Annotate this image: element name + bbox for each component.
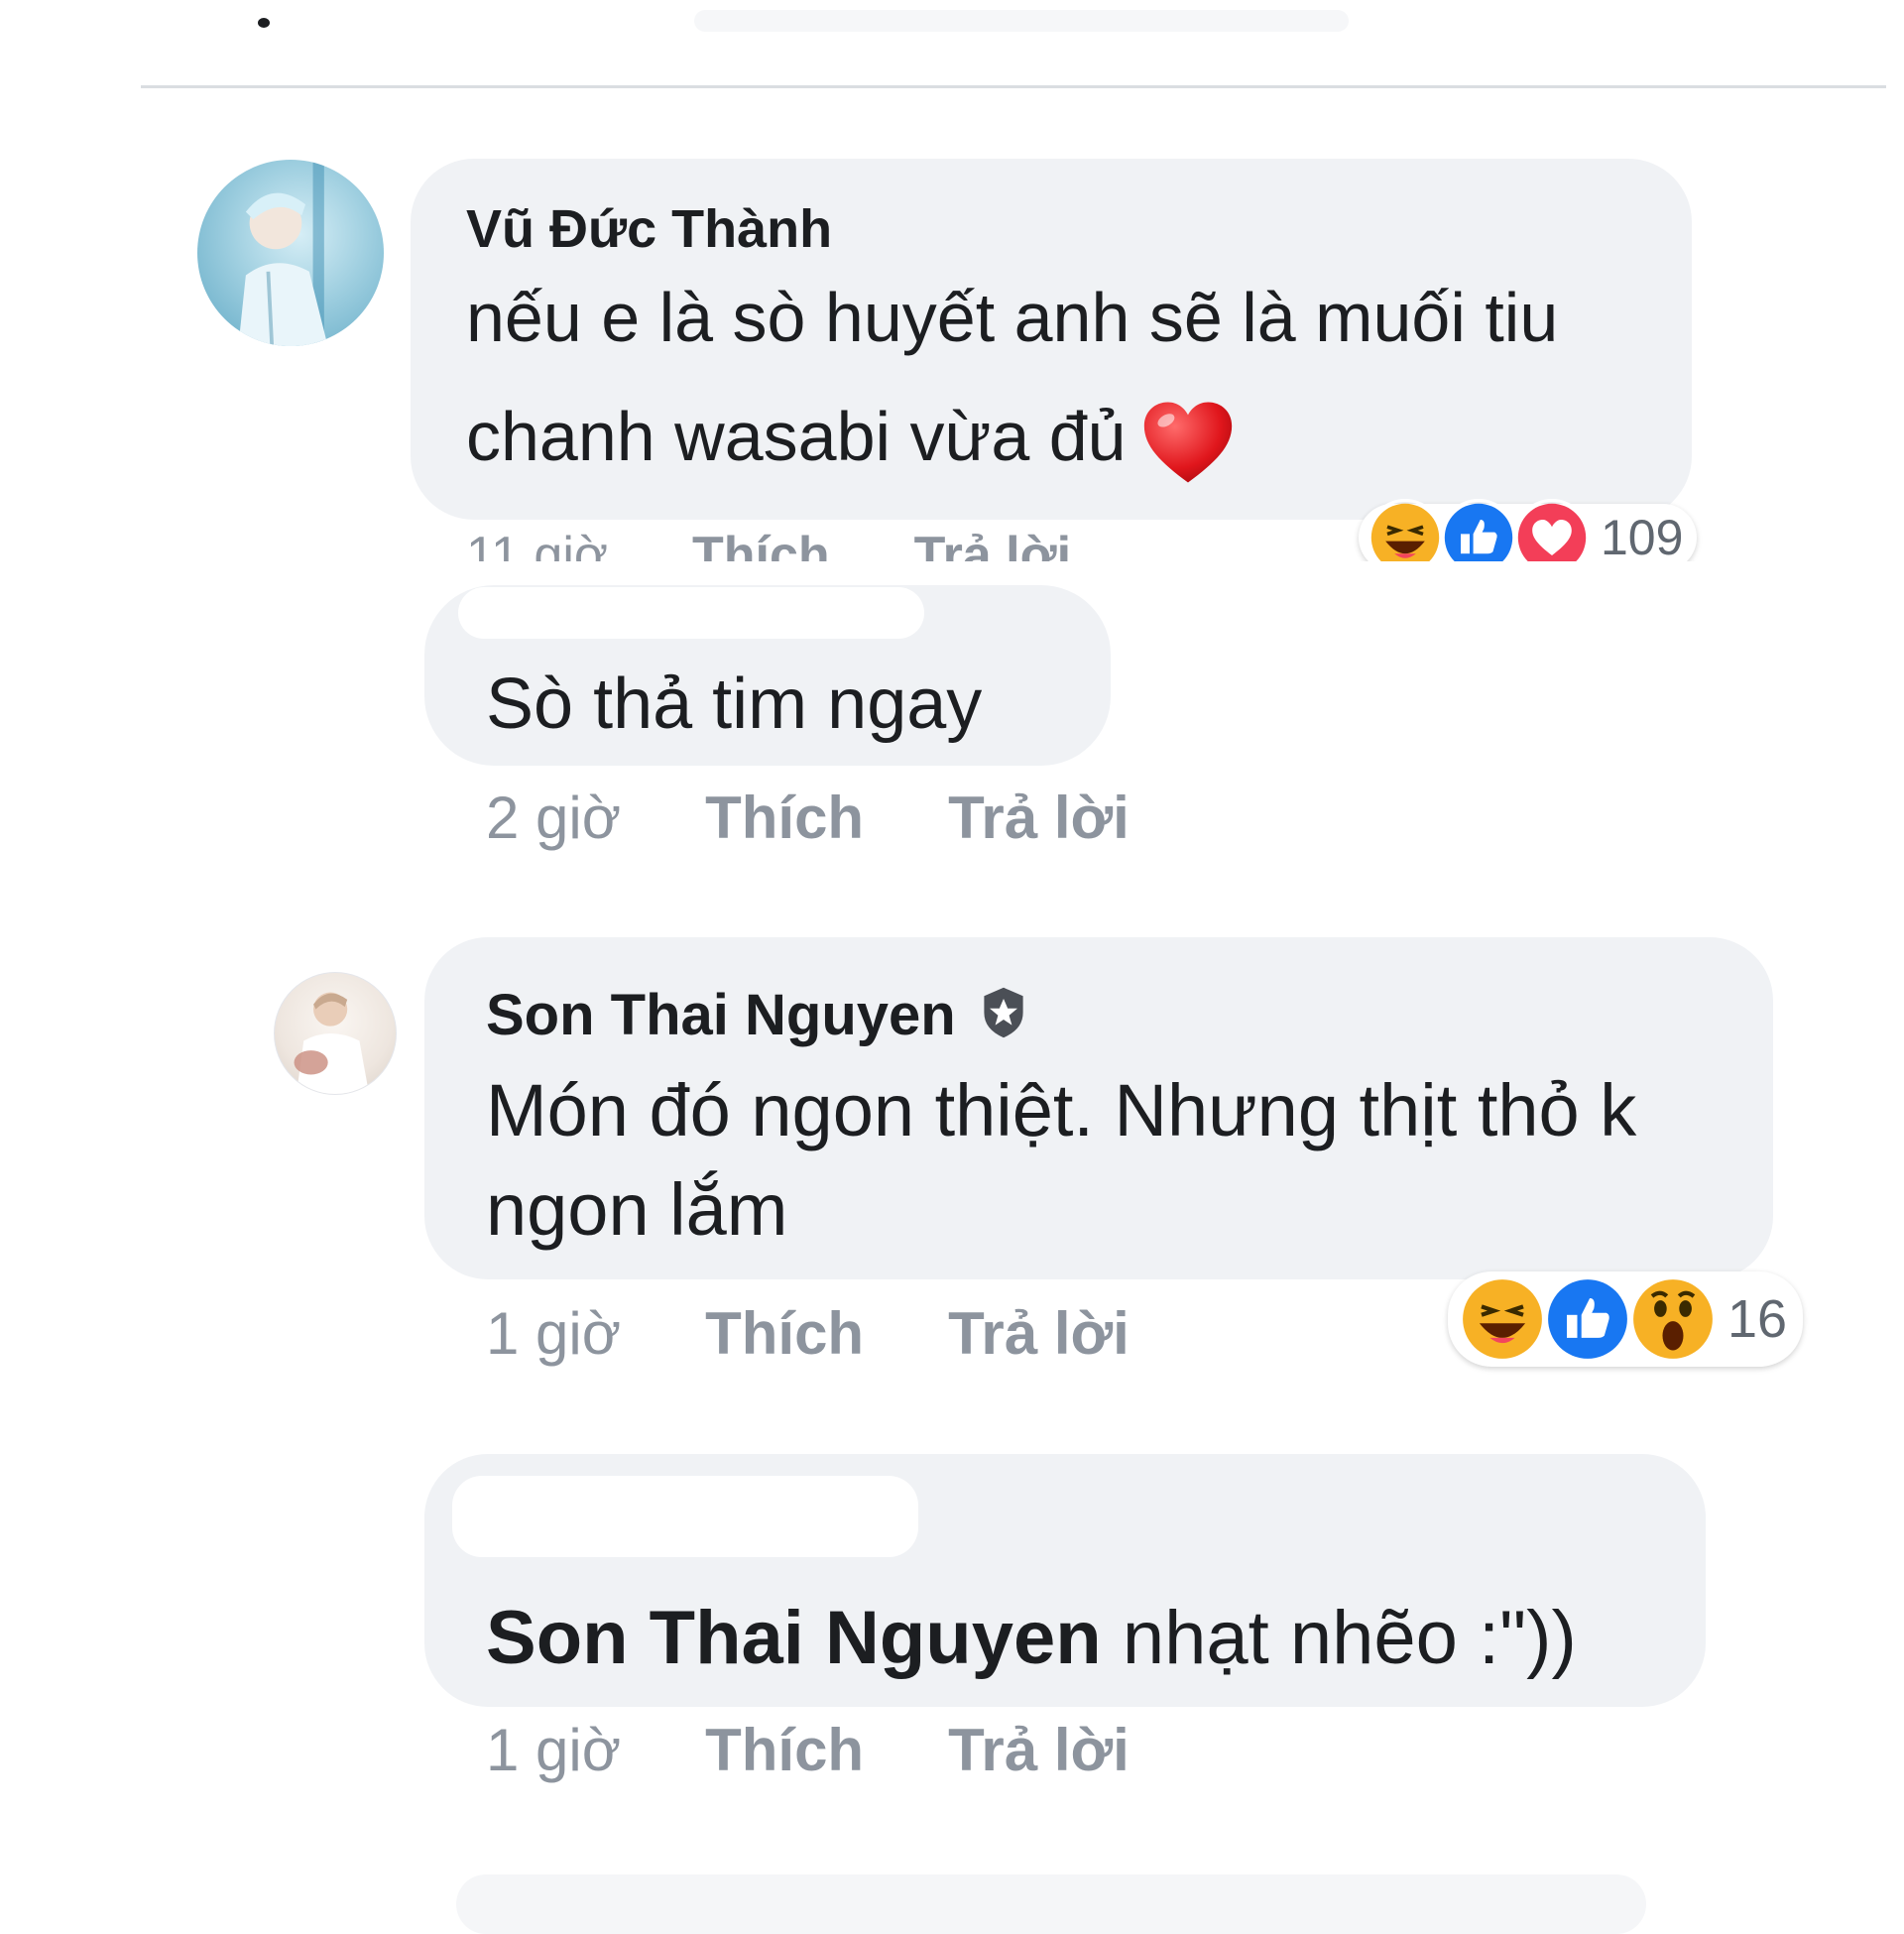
top-faint-bar	[694, 10, 1349, 32]
avatar-son-thai-nguyen[interactable]	[274, 972, 397, 1095]
reply-text: Son Thai Nguyen nhạt nhẽo :"))	[486, 1579, 1577, 1698]
comment-time[interactable]: 1 giờ	[486, 1299, 621, 1368]
reply-link[interactable]: Trả lời	[914, 526, 1071, 561]
reaction-summary[interactable]: 16	[1448, 1271, 1804, 1367]
reply-actions: 2 giờ Thích Trả lời	[486, 784, 1214, 852]
reaction-like-icon	[1543, 1274, 1632, 1364]
comment-actions: 11 giờ Thích Trả lời	[466, 526, 1155, 561]
reply-actions: 1 giờ Thích Trả lời	[486, 1716, 1214, 1784]
comment-author[interactable]: Vũ Đức Thành	[466, 198, 832, 260]
reaction-count: 16	[1727, 1289, 1788, 1349]
heart-emoji-icon	[1142, 400, 1234, 485]
reaction-haha-icon	[1458, 1274, 1547, 1364]
reply-text: Sò thả tim ngay	[486, 665, 983, 744]
reply-time[interactable]: 1 giờ	[486, 1716, 621, 1784]
comment-text: nếu e là sò huyết anh sẽ là muối tiu cha…	[466, 258, 1676, 496]
reaction-count: 109	[1601, 510, 1684, 565]
comment-author[interactable]: Son Thai Nguyen	[486, 982, 1031, 1048]
reaction-wow-icon	[1628, 1274, 1718, 1364]
redacted-author-name	[458, 587, 924, 639]
avatar-vu-duc-thanh[interactable]	[197, 160, 384, 346]
comment-time[interactable]: 11 giờ	[466, 526, 608, 561]
section-divider	[141, 85, 1886, 88]
like-link[interactable]: Thích	[705, 1299, 864, 1368]
comment-author-name[interactable]: Son Thai Nguyen	[486, 983, 956, 1047]
verified-badge-icon	[976, 985, 1031, 1040]
like-link[interactable]: Thích	[705, 784, 864, 852]
like-link[interactable]: Thích	[705, 1716, 864, 1784]
comment-actions: 1 giờ Thích Trả lời	[486, 1299, 1214, 1368]
reply-text-content: nhạt nhẽo :"))	[1122, 1596, 1577, 1680]
comment-text: Món đó ngon thiệt. Nhưng thịt thỏ k ngon…	[486, 1069, 1637, 1251]
top-fragment-dot	[258, 18, 270, 28]
next-comment-bubble	[456, 1874, 1646, 1934]
reply-time[interactable]: 2 giờ	[486, 784, 621, 852]
redacted-author-name	[452, 1476, 918, 1557]
mention-link[interactable]: Son Thai Nguyen	[486, 1596, 1102, 1680]
reply-link[interactable]: Trả lời	[948, 784, 1130, 852]
comment-text-content: nếu e là sò huyết anh sẽ là muối tiu cha…	[466, 279, 1559, 475]
like-link[interactable]: Thích	[692, 526, 830, 561]
reply-link[interactable]: Trả lời	[948, 1299, 1130, 1368]
clip-cover	[411, 561, 1720, 581]
reply-link[interactable]: Trả lời	[948, 1716, 1130, 1784]
